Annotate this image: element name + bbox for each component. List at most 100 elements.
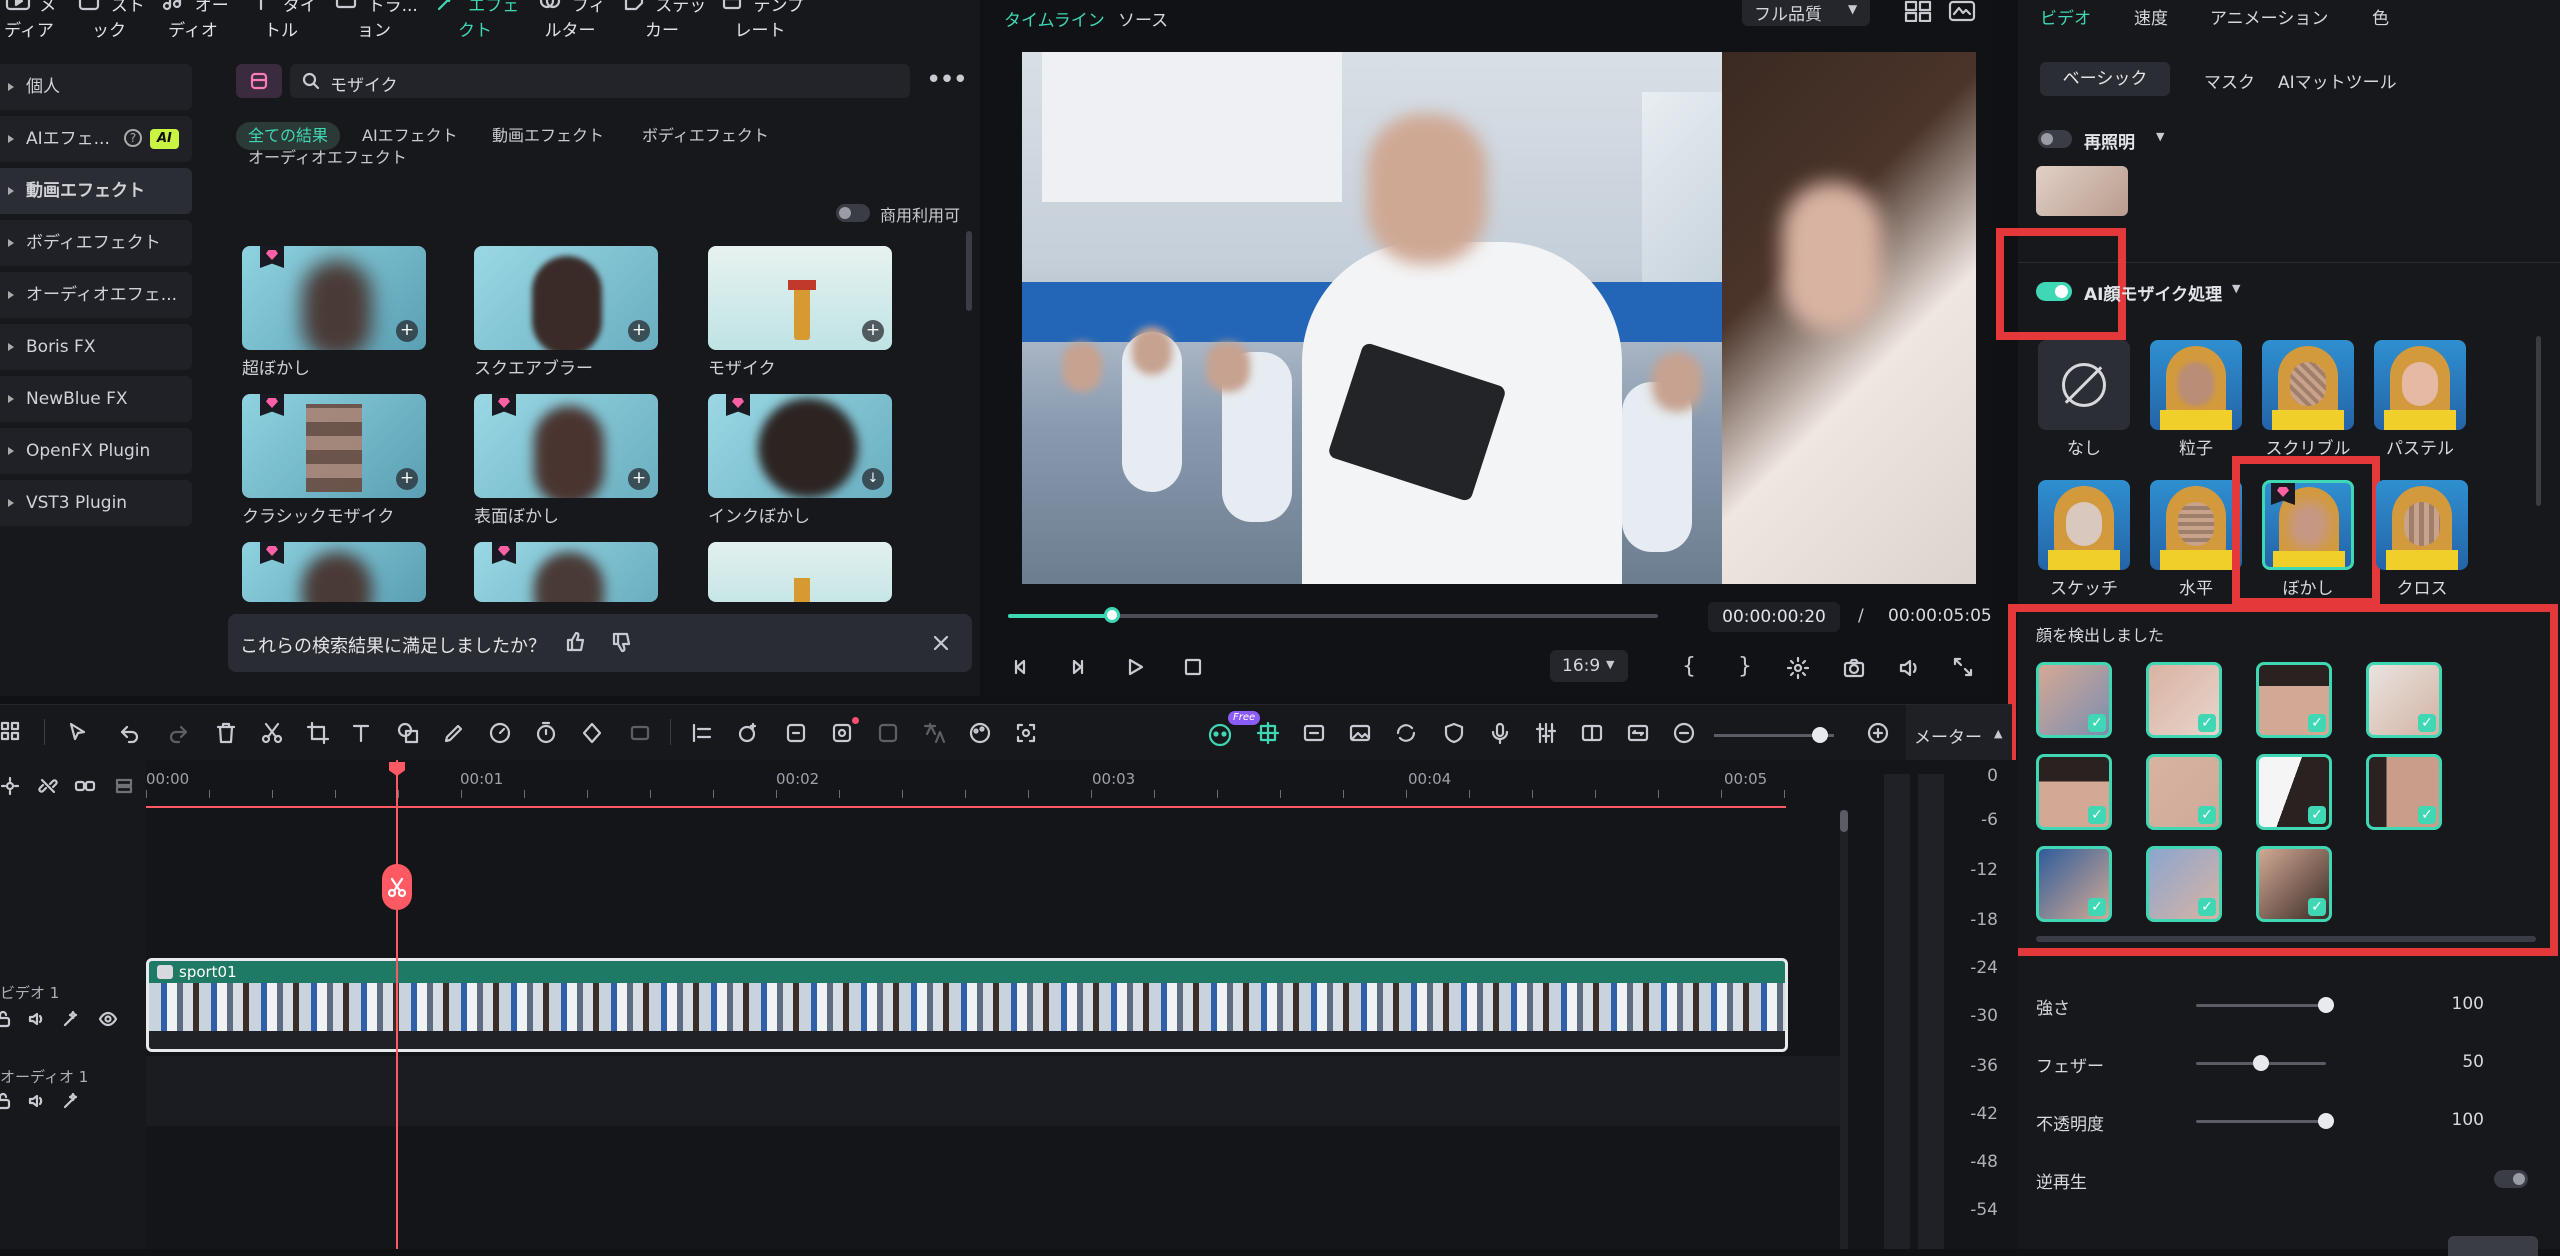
zoom-slider[interactable] — [1714, 727, 1834, 743]
download-icon[interactable]: ↓ — [862, 468, 884, 490]
delete-icon[interactable] — [214, 721, 238, 745]
scissors-icon[interactable] — [260, 721, 284, 745]
subtab-mask[interactable]: マスク — [2204, 68, 2255, 93]
translate-icon[interactable] — [922, 721, 946, 745]
ai-tool-icon[interactable] — [736, 721, 760, 745]
effect-thumb-square-blur[interactable]: + — [474, 246, 658, 350]
split-view-icon[interactable] — [1580, 721, 1604, 745]
timer-icon[interactable] — [534, 721, 558, 745]
tab-speed[interactable]: 速度 — [2134, 4, 2168, 29]
opacity-slider[interactable] — [2196, 1113, 2334, 1129]
sidebar-item-vst3[interactable]: VST3 Plugin — [0, 480, 192, 526]
fullscreen-icon[interactable] — [1952, 656, 1974, 678]
waveform-icon[interactable] — [1948, 0, 1976, 22]
slider-value[interactable]: 100 — [2436, 994, 2484, 1014]
thumbs-up-icon[interactable] — [564, 630, 588, 654]
tab-video[interactable]: ビデオ — [2040, 4, 2091, 29]
slider-handle[interactable] — [2253, 1055, 2269, 1071]
sidebar-item-body-effects[interactable]: ボディエフェクト — [0, 220, 192, 266]
tab-body-effects[interactable]: ボディエフェクト — [630, 122, 781, 150]
tab-timeline[interactable]: タイムライン — [1004, 6, 1105, 31]
tab-video-effects[interactable]: 動画エフェクト — [480, 122, 616, 150]
effect-thumb[interactable] — [474, 542, 658, 602]
feather-slider[interactable] — [2196, 1055, 2326, 1071]
detected-face[interactable]: ✓ — [2146, 754, 2222, 830]
faces-scrollbar[interactable] — [2036, 936, 2536, 942]
slider-handle[interactable] — [1812, 727, 1828, 743]
style-particle[interactable] — [2150, 340, 2242, 430]
subtab-ai-matting[interactable]: AIマットツール — [2278, 68, 2397, 93]
playback-scrubber[interactable] — [1008, 607, 1658, 623]
sidebar-item-audio-effects[interactable]: オーディオエフェ... — [0, 272, 192, 318]
toolbar-effects[interactable]: エフェクト — [430, 0, 520, 41]
keyframe-icon[interactable] — [580, 721, 604, 745]
detected-face[interactable]: ✓ — [2036, 754, 2112, 830]
ai-face-mosaic-toggle[interactable] — [2036, 282, 2072, 301]
zoom-out-icon[interactable] — [1672, 721, 1696, 745]
inspector-scrollbar[interactable] — [2536, 336, 2541, 506]
add-icon[interactable]: + — [628, 320, 650, 342]
effect-thumb-ink-blur[interactable]: ↓ — [708, 394, 892, 498]
auto-edit-icon[interactable] — [1256, 721, 1280, 745]
layout-icon[interactable] — [0, 721, 22, 743]
effect-thumb-super-blur[interactable]: + — [242, 246, 426, 350]
detected-face[interactable]: ✓ — [2146, 846, 2222, 922]
meter-header[interactable]: メーター ▲ — [1906, 705, 2012, 761]
style-none[interactable] — [2038, 340, 2130, 430]
strength-slider[interactable] — [2196, 997, 2334, 1013]
apply-button[interactable] — [2448, 1236, 2538, 1256]
volume-icon[interactable] — [28, 1092, 46, 1110]
play-icon[interactable] — [1124, 656, 1146, 678]
quality-select[interactable]: フル品質 ▼ — [1742, 0, 1870, 26]
add-icon[interactable]: + — [396, 320, 418, 342]
undo-icon[interactable] — [118, 721, 142, 745]
shape-icon[interactable] — [396, 721, 420, 745]
sidebar-item-video-effects[interactable]: 動画エフェクト — [0, 168, 192, 214]
unlink-icon[interactable] — [38, 776, 58, 796]
video-clip[interactable]: sport01 — [146, 958, 1788, 1052]
reverse-toggle[interactable] — [2494, 1170, 2528, 1188]
slider-handle[interactable] — [2318, 1113, 2334, 1129]
tab-animation[interactable]: アニメーション — [2210, 4, 2328, 29]
magic-icon[interactable] — [62, 1010, 80, 1028]
volume-icon[interactable] — [1898, 656, 1922, 680]
split-scissors-button[interactable] — [382, 864, 412, 910]
image-tool-icon[interactable] — [1348, 721, 1372, 745]
effect-thumb-surface-blur[interactable]: + — [474, 394, 658, 498]
add-icon[interactable]: + — [396, 468, 418, 490]
eye-icon[interactable] — [98, 1010, 118, 1028]
link-icon[interactable] — [74, 776, 96, 796]
effect-thumb[interactable] — [708, 542, 892, 602]
sidebar-item-openfx[interactable]: OpenFX Plugin — [0, 428, 192, 474]
add-icon[interactable]: + — [862, 320, 884, 342]
text-icon[interactable] — [350, 721, 374, 745]
subtab-basic[interactable]: ベーシック — [2040, 62, 2170, 96]
thumbs-down-icon[interactable] — [610, 630, 634, 654]
toolbar-audio[interactable]: オーディオ — [150, 0, 236, 41]
toolbar-sticker[interactable]: ステッカー — [616, 0, 708, 41]
style-pastel[interactable] — [2374, 340, 2466, 430]
toolbar-title[interactable]: タイトル — [244, 0, 318, 41]
crop-icon[interactable] — [306, 721, 330, 745]
detected-face[interactable]: ✓ — [2256, 846, 2332, 922]
microphone-icon[interactable] — [1488, 721, 1512, 745]
style-cross[interactable] — [2376, 480, 2468, 570]
lock-icon[interactable] — [0, 1092, 12, 1110]
toolbar-media[interactable]: メディア — [0, 0, 64, 41]
mark-out-button[interactable]: } — [1738, 654, 1752, 679]
search-box[interactable]: モザイク — [290, 64, 910, 98]
effect-thumb[interactable] — [242, 542, 426, 602]
media-tool-icon[interactable] — [1302, 721, 1326, 745]
detected-face[interactable]: ✓ — [2256, 754, 2332, 830]
timeline-scrollbar[interactable] — [1840, 810, 1848, 1249]
mixer-icon[interactable] — [1534, 721, 1558, 745]
ai-tool-icon[interactable] — [876, 721, 900, 745]
mark-in-button[interactable]: { — [1682, 654, 1696, 679]
toolbar-transition[interactable]: トラ...ョン — [330, 0, 418, 41]
track-height-icon[interactable] — [114, 776, 134, 796]
zoom-in-icon[interactable] — [1866, 721, 1890, 745]
detected-face[interactable]: ✓ — [2146, 662, 2222, 738]
capture-icon[interactable] — [1014, 721, 1038, 745]
style-sketch[interactable] — [2038, 480, 2130, 570]
magic-icon[interactable] — [62, 1092, 80, 1110]
